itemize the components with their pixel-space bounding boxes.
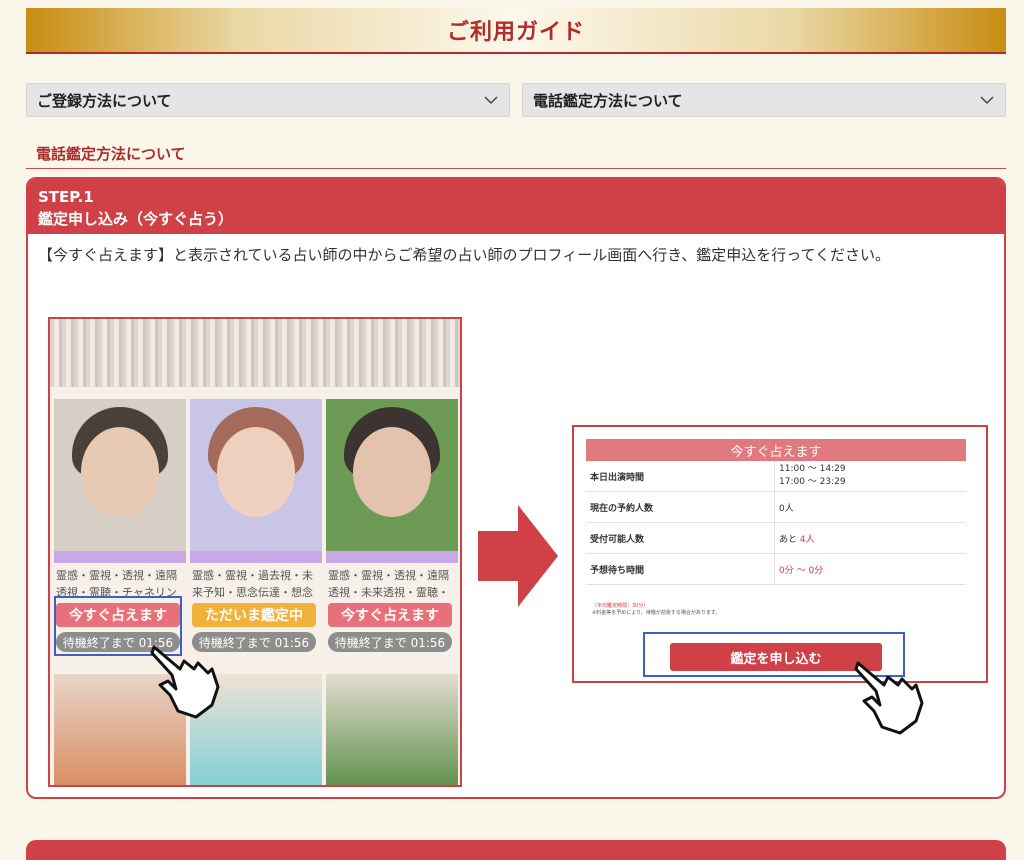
chevron-down-icon <box>979 92 995 108</box>
select-label: ご登録方法について <box>37 91 172 110</box>
note-text: （平均鑑定時間：30分） ※料金等を予めにより、待機が前後する場合があります。 <box>592 603 721 616</box>
fortune-teller-list-screenshot: 霊感・霊視・透視・遠隔 透視・霊聴・チャネリン 霊感・霊視・過去視・未 来予知・思念… <box>48 317 462 787</box>
fortune-teller-photo <box>54 399 186 551</box>
in-session-button: ただいま鑑定中 <box>192 603 316 627</box>
availability-table: 本日出演時間 11:00 〜 14:29 17:00 〜 23:29 現在の予約人… <box>586 461 966 585</box>
step-description: 【今すぐ占えます】と表示されている占い師の中からご希望の占い師のプロフィール画面… <box>38 246 891 264</box>
wait-time-badge: 待機終了まで 01:56 <box>328 632 452 652</box>
available-now-button: 今すぐ占えます <box>328 603 452 627</box>
fortune-teller-photo <box>190 399 322 551</box>
arrow-right-icon <box>478 505 558 607</box>
table-row: 受付可能人数 あと 4人 <box>586 522 966 554</box>
section-heading: 電話鑑定方法について <box>26 143 1006 169</box>
fortune-teller-photo <box>326 399 458 551</box>
pointing-hand-icon <box>854 661 924 735</box>
select-label: 電話鑑定方法について <box>533 91 683 110</box>
step-title: 鑑定申し込み（今すぐ占う） <box>38 210 234 228</box>
table-row: 本日出演時間 11:00 〜 14:29 17:00 〜 23:29 <box>586 461 966 492</box>
guide-banner: ご利用ガイド <box>26 8 1006 54</box>
table-row: 予想待ち時間 0分 〜 0分 <box>586 553 966 585</box>
step-header: STEP.1 鑑定申し込み（今すぐ占う） <box>28 179 1004 234</box>
next-step-card-edge <box>26 840 1006 860</box>
step-card: STEP.1 鑑定申し込み（今すぐ占う） 【今すぐ占えます】と表示されている占い… <box>26 177 1006 799</box>
availability-header: 今すぐ占えます <box>586 439 966 461</box>
page-title: ご利用ガイド <box>446 20 585 45</box>
chevron-down-icon <box>483 92 499 108</box>
reading-application-screenshot: 今すぐ占えます 本日出演時間 11:00 〜 14:29 17:00 〜 23:2… <box>572 425 988 735</box>
table-row: 現在の予約人数 0人 <box>586 491 966 523</box>
blurred-header <box>50 319 460 387</box>
fortune-teller-photo <box>326 674 458 785</box>
phone-reading-guide-select[interactable]: 電話鑑定方法について <box>522 83 1006 117</box>
tag-text: 霊感・霊視・透視・遠隔 透視・未来透視・霊聴・ <box>328 569 449 599</box>
tag-text: 霊感・霊視・過去視・未 来予知・思念伝達・想念 <box>192 569 313 599</box>
registration-guide-select[interactable]: ご登録方法について <box>26 83 510 117</box>
pointing-hand-icon <box>150 645 220 719</box>
step-number: STEP.1 <box>38 188 94 206</box>
